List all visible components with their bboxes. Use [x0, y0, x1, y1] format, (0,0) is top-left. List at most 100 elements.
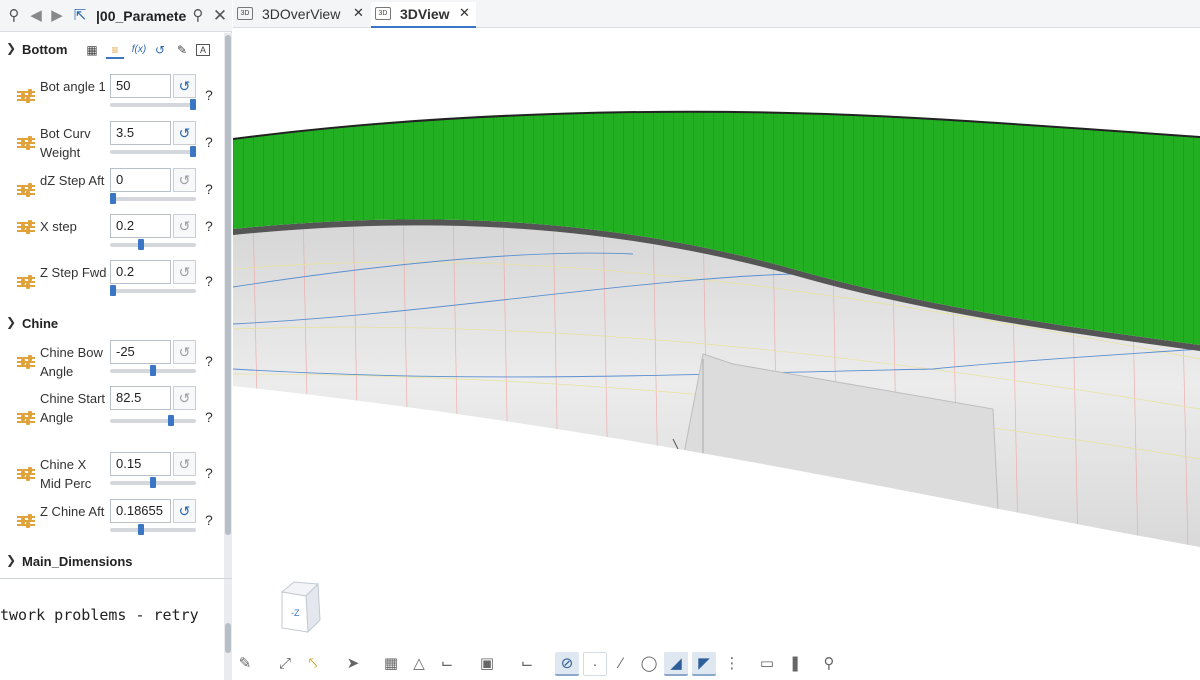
slider-thumb[interactable]	[150, 477, 156, 488]
tab-3doverview[interactable]: 3D 3DOverView ✕	[233, 2, 369, 28]
report-console: twork problems - retry	[0, 578, 232, 680]
function-icon[interactable]: f(x)	[129, 41, 149, 59]
reset-icon[interactable]: ↺	[173, 499, 196, 523]
console-scrollbar[interactable]	[224, 579, 232, 680]
shaded-face-icon[interactable]: ◢	[664, 652, 688, 676]
page-icon[interactable]: ▭	[755, 652, 779, 676]
parameter-slider[interactable]	[110, 146, 196, 157]
reset-icon[interactable]: ↺	[173, 260, 196, 284]
parameter-slider[interactable]	[110, 415, 196, 426]
camera-icon[interactable]: ▣	[475, 652, 499, 676]
face-icon[interactable]: ◯	[637, 652, 661, 676]
slider-thumb[interactable]	[190, 99, 196, 110]
slider-thumb[interactable]	[138, 239, 144, 250]
parameter-value-input[interactable]: 3.5	[110, 121, 171, 145]
scrollbar-thumb[interactable]	[225, 35, 231, 535]
stripes-icon[interactable]: ❚	[783, 652, 807, 676]
help-button[interactable]: ?	[205, 409, 213, 425]
pencil-icon[interactable]: ✎	[173, 41, 191, 59]
undo-icon[interactable]: ↺	[151, 41, 169, 59]
hatched-face-icon[interactable]: ◤	[692, 652, 716, 676]
navigation-cube[interactable]: -Z	[272, 578, 332, 638]
fit-selection-icon[interactable]: ⤣	[301, 652, 325, 676]
pin-icon[interactable]: ⚲	[4, 6, 24, 26]
help-button[interactable]: ?	[205, 465, 213, 481]
help-button[interactable]: ?	[205, 512, 213, 528]
tab-label: 3DOverView	[262, 6, 341, 22]
line-icon[interactable]: ∕	[609, 652, 633, 676]
slider-thumb[interactable]	[190, 146, 196, 157]
parameter-value-input[interactable]: 0.18655	[110, 499, 171, 523]
dots-icon[interactable]: ⋮	[720, 652, 744, 676]
help-button[interactable]: ?	[205, 134, 213, 150]
reset-icon[interactable]: ↺	[173, 452, 196, 476]
close-icon[interactable]: ✕	[353, 5, 364, 21]
parameter-value-input[interactable]: -25	[110, 340, 171, 364]
slider-thumb[interactable]	[150, 365, 156, 376]
parameter-slider[interactable]	[110, 193, 196, 204]
parameter-value-input[interactable]: 82.5	[110, 386, 171, 410]
slider-thumb[interactable]	[138, 524, 144, 535]
pencil-icon[interactable]: ✎	[233, 652, 257, 676]
zoom-icon[interactable]: ⚲	[817, 652, 841, 676]
chevron-down-icon[interactable]: ❯	[6, 41, 16, 55]
section-title: Main_Dimensions	[22, 554, 133, 569]
parameter-label: Z Chine Aft	[40, 504, 105, 519]
parameter-value-input[interactable]: 50	[110, 74, 171, 98]
crop-icon[interactable]: ⌙	[515, 652, 539, 676]
reset-icon[interactable]: ↺	[173, 74, 196, 98]
tab-3dview[interactable]: 3D 3DView ✕	[371, 2, 476, 28]
help-button[interactable]: ?	[205, 87, 213, 103]
slider-param-icon	[17, 183, 35, 197]
pointer-icon[interactable]: ➤	[341, 652, 365, 676]
parameter-value-input[interactable]: 0.2	[110, 214, 171, 238]
parameter-slider[interactable]	[110, 524, 196, 535]
chevron-down-icon[interactable]: ❯	[6, 315, 16, 329]
section-main-dimensions[interactable]: ❯ Main_Dimensions	[0, 549, 224, 575]
fit-all-icon[interactable]: ⤢	[273, 652, 297, 676]
close-icon[interactable]: ✕	[459, 5, 470, 21]
reset-icon[interactable]: ↺	[173, 340, 196, 364]
slider-thumb[interactable]	[110, 193, 116, 204]
sliders-icon[interactable]: ≡	[106, 41, 124, 59]
forward-icon[interactable]: ▶	[47, 6, 67, 26]
perspective-icon[interactable]: △	[407, 652, 431, 676]
parameter-value-input[interactable]: 0.15	[110, 452, 171, 476]
3d-view-icon: 3D	[237, 7, 253, 20]
section-chine[interactable]: ❯ Chine	[0, 311, 224, 337]
panel-scrollbar[interactable]	[224, 33, 232, 578]
parameter-slider[interactable]	[110, 239, 196, 250]
scrollbar-thumb[interactable]	[225, 623, 231, 653]
parameter-slider[interactable]	[110, 477, 196, 488]
parameter-slider[interactable]	[110, 99, 196, 110]
point-icon[interactable]: ·	[583, 652, 607, 676]
parameter-value-input[interactable]: 0	[110, 168, 171, 192]
search-icon[interactable]: ⚲	[188, 6, 208, 26]
reset-icon[interactable]: ↺	[173, 121, 196, 145]
chevron-down-icon[interactable]: ❯	[6, 553, 16, 567]
parameter-label: Chine Bow Angle	[40, 345, 103, 379]
help-button[interactable]: ?	[205, 353, 213, 369]
help-button[interactable]: ?	[205, 181, 213, 197]
text-box-icon[interactable]: A	[196, 44, 210, 56]
back-icon[interactable]: ◀	[26, 6, 46, 26]
close-icon[interactable]: ✕	[210, 6, 230, 26]
panel-toolbar: ⚲ ◀ ▶ ⇱ |00_Paramete ⚲ ✕	[0, 0, 232, 32]
slider-thumb[interactable]	[110, 285, 116, 296]
axes-icon[interactable]: ⌙	[435, 652, 459, 676]
slider-thumb[interactable]	[168, 415, 174, 426]
parameter-slider[interactable]	[110, 365, 196, 376]
3d-viewport[interactable]	[233, 29, 1200, 647]
section-bottom[interactable]: ❯ Bottom ▦ ≡ f(x) ↺ ✎ A	[0, 37, 224, 63]
reset-icon[interactable]: ↺	[173, 386, 196, 410]
help-button[interactable]: ?	[205, 218, 213, 234]
reset-icon[interactable]: ↺	[173, 214, 196, 238]
help-button[interactable]: ?	[205, 273, 213, 289]
table-icon[interactable]: ▦	[83, 41, 101, 59]
parameter-slider[interactable]	[110, 285, 196, 296]
box-view-icon[interactable]: ▦	[379, 652, 403, 676]
parameter-value-input[interactable]: 0.2	[110, 260, 171, 284]
reset-icon[interactable]: ↺	[173, 168, 196, 192]
hide-icon[interactable]: ⊘	[555, 652, 579, 676]
select-icon[interactable]: ⇱	[70, 6, 90, 26]
